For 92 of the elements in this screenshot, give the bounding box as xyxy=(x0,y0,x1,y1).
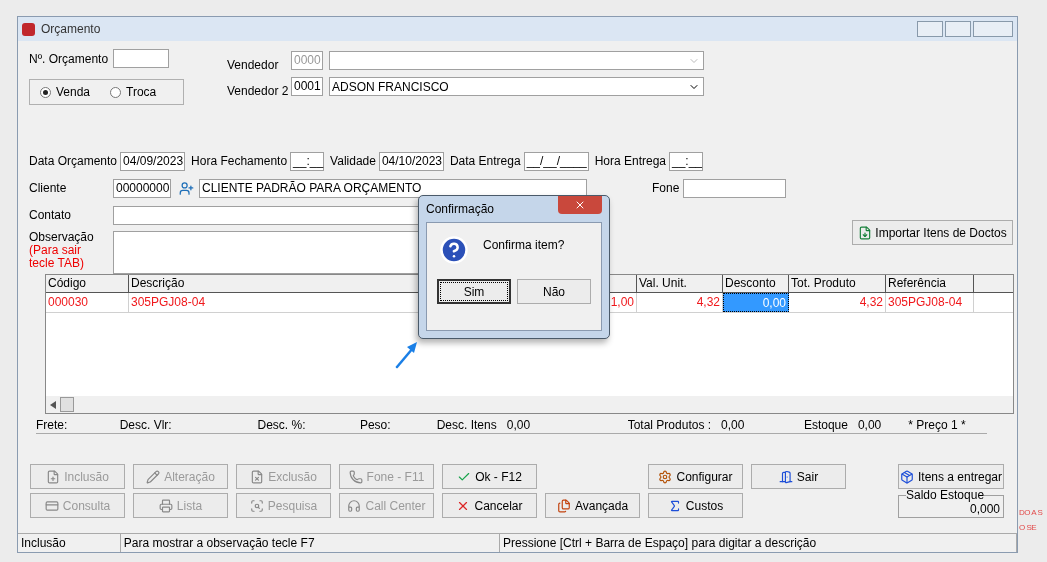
column-header[interactable]: Tot. Produto xyxy=(789,275,886,292)
field-label: Vendedor 2 xyxy=(227,83,287,100)
field-label: Observação xyxy=(29,231,95,244)
field-label: Data Entrega xyxy=(449,153,521,170)
field-label: Nº. Orçamento xyxy=(29,50,110,68)
maximize-button[interactable] xyxy=(945,21,971,37)
app-icon xyxy=(22,22,35,36)
radio-button[interactable] xyxy=(110,86,122,98)
background-text: O SE xyxy=(1019,522,1038,534)
phone-icon xyxy=(348,469,363,484)
status-panel: Para mostrar a observação tecle F7 xyxy=(120,534,501,552)
scroll-left-icon[interactable] xyxy=(50,400,56,409)
date-field[interactable]: __:__ xyxy=(290,151,325,171)
dialog-message: Confirma item? xyxy=(483,237,565,254)
card-icon xyxy=(44,498,59,513)
dialog-button[interactable]: Não xyxy=(517,279,591,304)
column-header[interactable]: Desconto xyxy=(723,275,789,292)
client-code-field[interactable]: 00000000 xyxy=(113,178,171,198)
total-label: Desc. %: xyxy=(257,417,306,434)
total-label: * Preço 1 * xyxy=(908,417,966,434)
search-icon xyxy=(249,498,264,513)
column-header[interactable]: Val. Unit. xyxy=(637,275,723,292)
gear-icon xyxy=(658,469,673,484)
date-field[interactable]: __/__/____ xyxy=(523,151,589,171)
total-label: Desc. Itens xyxy=(436,417,497,434)
horizontal-scrollbar[interactable] xyxy=(46,396,1013,413)
minimize-button[interactable] xyxy=(917,21,943,37)
scroll-thumb[interactable] xyxy=(60,397,74,412)
action-button[interactable]: Custos xyxy=(648,493,743,518)
number-field[interactable] xyxy=(113,49,169,68)
total-label: Total Produtos : xyxy=(627,417,712,434)
total-value: 0,00 xyxy=(506,417,531,434)
total-value: 0,00 xyxy=(857,417,882,434)
radio-button[interactable] xyxy=(40,86,51,98)
import-icon xyxy=(858,225,873,240)
table-cell[interactable]: 4,32 xyxy=(789,293,886,312)
close-button[interactable] xyxy=(973,21,1013,37)
import-button[interactable]: Importar Itens de Doctos xyxy=(852,220,1013,245)
action-button[interactable]: Cancelar xyxy=(442,493,537,518)
action-button[interactable]: Configurar xyxy=(648,464,743,489)
headset-icon xyxy=(347,498,362,513)
total-label: Frete: xyxy=(36,417,68,434)
phone-field[interactable] xyxy=(683,178,787,198)
field-label: Contato xyxy=(29,207,73,224)
status-panel: Pressione [Ctrl + Barra de Espaço] para digitar a descrição xyxy=(500,534,1017,552)
field-label: Hora Entrega xyxy=(594,153,666,170)
package-icon xyxy=(899,469,914,484)
total-label: Estoque xyxy=(803,417,848,434)
radio-label: Troca xyxy=(126,84,157,101)
field-label: Fone xyxy=(652,180,680,197)
background-text: DO A S xyxy=(1019,507,1043,519)
code-field[interactable]: 0001 xyxy=(291,77,323,96)
arrow xyxy=(394,339,420,369)
field-label: Validade xyxy=(330,153,376,170)
field-label: Data Orçamento xyxy=(29,153,118,170)
total-label: Peso: xyxy=(359,417,391,434)
table-cell[interactable]: 000030 xyxy=(46,293,129,312)
files-icon xyxy=(556,498,571,513)
deliver-button[interactable]: Itens a entregar xyxy=(898,464,1004,489)
close-icon xyxy=(574,199,586,211)
client-name-field[interactable]: CLIENTE PADRÃO PARA ORÇAMENTO xyxy=(199,178,587,198)
pencil-icon xyxy=(146,469,161,484)
column-header[interactable]: Referência xyxy=(886,275,974,292)
action-button[interactable]: Sair xyxy=(751,464,846,489)
question-icon xyxy=(439,235,469,265)
total-label: Desc. Vlr: xyxy=(119,417,172,434)
status-panel: Inclusão xyxy=(18,534,121,552)
action-button[interactable]: Avançada xyxy=(545,493,640,518)
file-x-icon xyxy=(250,469,265,484)
date-field[interactable]: __:__ xyxy=(669,151,703,171)
seller-dropdown[interactable]: ADSON FRANCISCO xyxy=(329,77,704,96)
dialog-title: Confirmação xyxy=(426,201,495,218)
close-button[interactable] xyxy=(558,196,602,214)
hint-text: (Para sair tecle TAB) xyxy=(29,244,84,270)
field-label: Saldo Estoque xyxy=(906,489,985,501)
printer-icon xyxy=(158,498,173,513)
table-cell[interactable]: 305PGJ08-04 xyxy=(886,293,974,312)
file-plus-icon xyxy=(46,469,61,484)
door-icon xyxy=(778,469,793,484)
field-label: Vendedor xyxy=(227,57,280,74)
column-header[interactable]: Código xyxy=(46,275,129,292)
date-field[interactable]: 04/10/2023 xyxy=(378,151,444,171)
radio-label: Venda xyxy=(56,84,91,101)
ok-button[interactable]: Ok - F12 xyxy=(442,464,537,489)
seller-dropdown[interactable] xyxy=(329,51,704,70)
total-value: 0,00 xyxy=(721,417,745,434)
window-title: Orçamento xyxy=(41,21,101,38)
field-label: Cliente xyxy=(29,180,68,197)
field-label: Hora Fechamento xyxy=(191,153,288,170)
client-card-icon[interactable] xyxy=(179,180,194,196)
dialog-button[interactable]: Sim xyxy=(437,279,511,304)
date-field[interactable]: 04/09/2023 xyxy=(120,151,186,171)
